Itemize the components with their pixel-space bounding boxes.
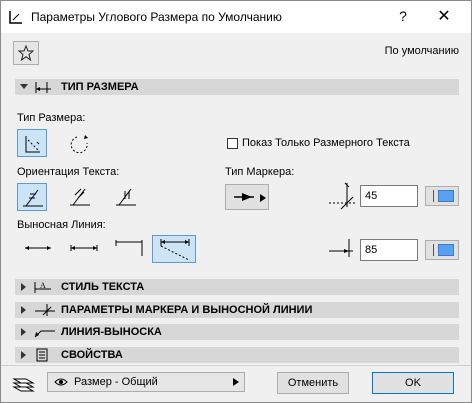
show-text-only-checkbox[interactable]: [227, 138, 238, 149]
marker-type-dropdown[interactable]: [225, 184, 269, 210]
witness-dynamic-toggle[interactable]: [152, 235, 196, 263]
text-style-icon: A: [34, 281, 51, 293]
section-leader-label: ЛИНИЯ-ВЫНОСКА: [61, 326, 162, 338]
witness-none-toggle[interactable]: [23, 236, 53, 264]
close-button[interactable]: ✕: [433, 6, 455, 28]
section-marker-ext-label: ПАРАМЕТРЫ МАРКЕРА И ВЫНОСНОЙ ЛИНИИ: [61, 304, 313, 316]
arrow-marker-icon: [234, 193, 254, 201]
section-dim-type[interactable]: ТИП РАЗМЕРА: [15, 79, 459, 95]
chevron-right-icon: [21, 351, 26, 359]
leader-line-icon: [34, 330, 55, 338]
text-aligned-icon: [70, 188, 90, 206]
help-button[interactable]: ?: [393, 6, 413, 26]
witness-short-toggle[interactable]: [69, 236, 99, 264]
chevron-right-icon: [21, 306, 26, 314]
window-title: Параметры Углового Размера по Умолчанию: [31, 10, 282, 24]
section-properties[interactable]: СВОЙСТВА: [15, 347, 459, 363]
orientation-aligned-toggle[interactable]: [65, 183, 95, 211]
layer-dropdown-label: Размер - Общий: [74, 376, 158, 388]
witness-length-icon: [329, 239, 353, 257]
swatch-separator: [433, 244, 434, 256]
marker-angle-input[interactable]: 45: [360, 185, 418, 207]
marker-angle-icon: [329, 182, 355, 210]
dialog-window: Параметры Углового Размера по Умолчанию …: [0, 0, 472, 403]
text-horizontal-icon: [23, 189, 43, 207]
layers-icon: [12, 378, 35, 392]
title-bar: Параметры Углового Размера по Умолчанию …: [1, 1, 471, 33]
angular-dimension-icon: [25, 136, 40, 153]
chevron-right-icon: [260, 194, 266, 202]
layer-dropdown[interactable]: Размер - Общий: [47, 372, 245, 392]
orientation-horizontal-toggle[interactable]: [17, 183, 47, 211]
witness-length-input[interactable]: 85: [360, 239, 418, 261]
eye-icon: [54, 378, 68, 386]
text-orientation-label: Ориентация Текста:: [17, 166, 120, 178]
marker-type-label: Тип Маркера:: [225, 166, 295, 178]
default-label: По умолчанию: [384, 45, 459, 57]
witness-short-icon: [70, 245, 98, 251]
chevron-right-icon: [21, 328, 26, 336]
witness-dynamic-icon: [160, 239, 190, 261]
star-icon: [18, 45, 34, 61]
svg-text:A: A: [40, 281, 46, 290]
favorites-button[interactable]: [13, 41, 39, 65]
footer-divider: [1, 365, 471, 366]
show-text-only-label: Показ Только Размерного Текста: [242, 137, 410, 149]
section-text-style[interactable]: A СТИЛЬ ТЕКСТА: [15, 279, 459, 295]
pen-color-fill: [438, 244, 454, 256]
section-properties-label: СВОЙСТВА: [61, 349, 123, 361]
witness-fixed-icon: [115, 240, 143, 258]
chevron-right-icon: [21, 283, 26, 291]
properties-icon: [36, 348, 48, 362]
witness-pen-swatch[interactable]: [425, 240, 459, 260]
dim-type-label: Тип Размера:: [17, 112, 86, 124]
cancel-button[interactable]: Отменить: [277, 372, 349, 394]
chevron-right-icon: [233, 378, 239, 386]
dimension-tool-icon: [9, 11, 22, 24]
chevron-down-icon: [20, 84, 28, 89]
marker-extension-icon: [35, 304, 55, 316]
section-dim-type-label: ТИП РАЗМЕРА: [61, 81, 139, 93]
witness-line-label: Выносная Линия:: [17, 219, 106, 231]
witness-none-icon: [25, 246, 51, 250]
witness-fixed-toggle[interactable]: [114, 236, 144, 264]
section-leader[interactable]: ЛИНИЯ-ВЫНОСКА: [15, 324, 459, 340]
marker-pen-swatch[interactable]: [425, 186, 459, 206]
text-parallel-icon: [116, 188, 136, 206]
dim-type-arc-toggle[interactable]: [67, 129, 97, 157]
dimension-type-icon: [35, 82, 51, 93]
pen-color-fill: [438, 190, 454, 202]
section-marker-ext[interactable]: ПАРАМЕТРЫ МАРКЕРА И ВЫНОСНОЙ ЛИНИИ: [15, 302, 459, 318]
swatch-separator: [433, 190, 434, 202]
ok-button[interactable]: OK: [372, 372, 454, 394]
orientation-parallel-toggle[interactable]: [111, 183, 141, 211]
section-text-style-label: СТИЛЬ ТЕКСТА: [61, 281, 145, 293]
arc-dimension-icon: [70, 135, 88, 154]
dim-type-linear-toggle[interactable]: [17, 129, 47, 157]
